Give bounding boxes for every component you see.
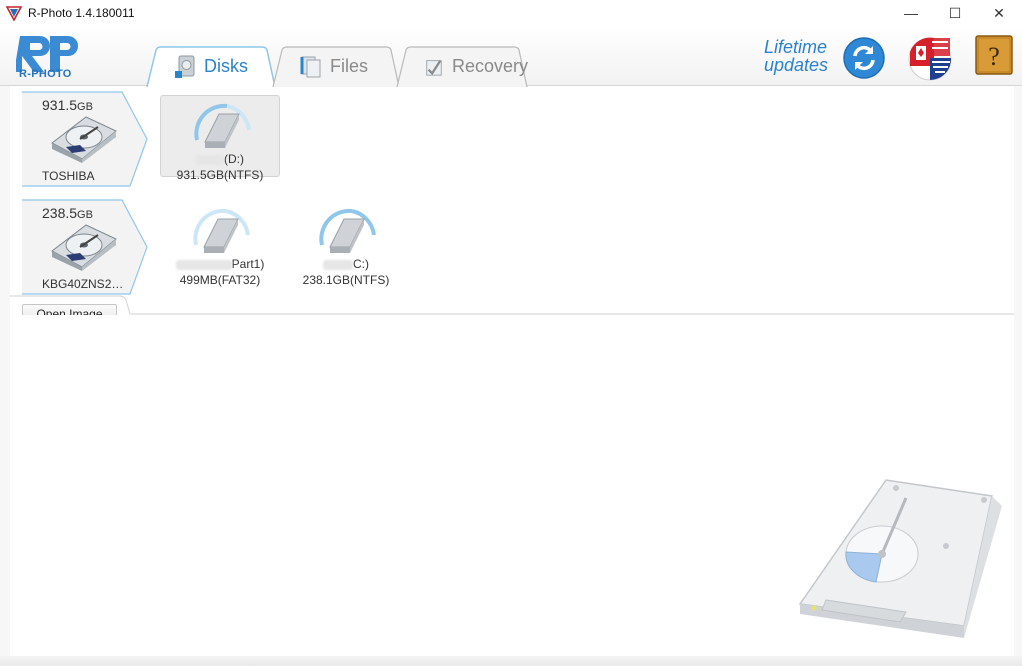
lifetime-updates-link[interactable]: Lifetime updates — [764, 38, 828, 74]
header-toolbar: R-PHOTO Disks Files Recovery Lifetime up… — [0, 26, 1022, 87]
partition-size: 238.1GB(NTFS) — [302, 273, 390, 287]
updates-text: updates — [764, 55, 829, 75]
disk-card-kbg40[interactable]: 238.5GB KBG40ZNS2… — [22, 199, 148, 295]
tab-recovery[interactable]: Recovery — [396, 46, 528, 87]
left-margin — [0, 86, 10, 656]
large-hard-drive-icon — [798, 479, 1002, 638]
tab-recovery-label: Recovery — [451, 56, 528, 76]
partition-label: Part1) — [160, 257, 280, 271]
window-title: R-Photo 1.4.180011 — [28, 6, 135, 20]
app-icon — [6, 6, 22, 21]
close-button[interactable]: ✕ — [976, 0, 1022, 26]
tab-files-label: Files — [330, 56, 369, 76]
disk-name: KBG40ZNS2… — [42, 277, 124, 291]
files-icon — [300, 56, 321, 77]
disk-size: 238.5GB — [42, 205, 93, 221]
partition-label: (D:) — [161, 152, 279, 166]
language-flags-icon[interactable] — [906, 36, 954, 82]
update-refresh-icon[interactable] — [842, 36, 886, 80]
hard-drive-icon — [51, 116, 117, 163]
maximize-button[interactable]: ☐ — [932, 0, 978, 26]
r-photo-window: R-Photo 1.4.180011 — ☐ ✕ R-PHOTO Disks F… — [0, 0, 1022, 666]
disk-icon — [175, 55, 195, 78]
recovery-icon — [426, 59, 442, 76]
lifetime-text: Lifetime — [764, 37, 828, 57]
logo-text: R-PHOTO — [19, 68, 72, 80]
tab-disks-label: Disks — [204, 56, 248, 76]
title-bar: R-Photo 1.4.180011 — ☐ ✕ — [0, 0, 1022, 26]
partition-c[interactable]: C:) 238.1GB(NTFS) — [286, 201, 406, 287]
hard-drive-icon — [51, 224, 117, 271]
partition-size: 931.5GB(NTFS) — [176, 168, 264, 182]
tab-disks[interactable]: Disks — [146, 46, 276, 87]
partition-drive-icon — [319, 208, 376, 253]
partition-part1[interactable]: Part1) 499MB(FAT32) — [160, 201, 280, 287]
partition-size: 499MB(FAT32) — [179, 273, 261, 287]
disk-card-toshiba[interactable]: 931.5GB TOSHIBA — [22, 91, 148, 187]
help-book-icon[interactable]: ? — [974, 34, 1014, 76]
tab-files[interactable]: Files — [272, 46, 400, 87]
help-glyph: ? — [988, 42, 1000, 71]
disk-size: 931.5GB — [42, 97, 93, 113]
partition-drive-icon — [193, 208, 250, 253]
disks-panel: 931.5GB TOSHIBA (D:) 931.5GB(NTFS) 238.5… — [10, 87, 1014, 295]
partition-d[interactable]: (D:) 931.5GB(NTFS) — [160, 95, 280, 182]
disk-name: TOSHIBA — [42, 169, 95, 183]
bottom-edge — [0, 656, 1022, 666]
minimize-button[interactable]: — — [888, 0, 934, 26]
partition-drive-icon — [194, 103, 251, 148]
partition-label: C:) — [286, 257, 406, 271]
right-margin — [1014, 86, 1022, 656]
